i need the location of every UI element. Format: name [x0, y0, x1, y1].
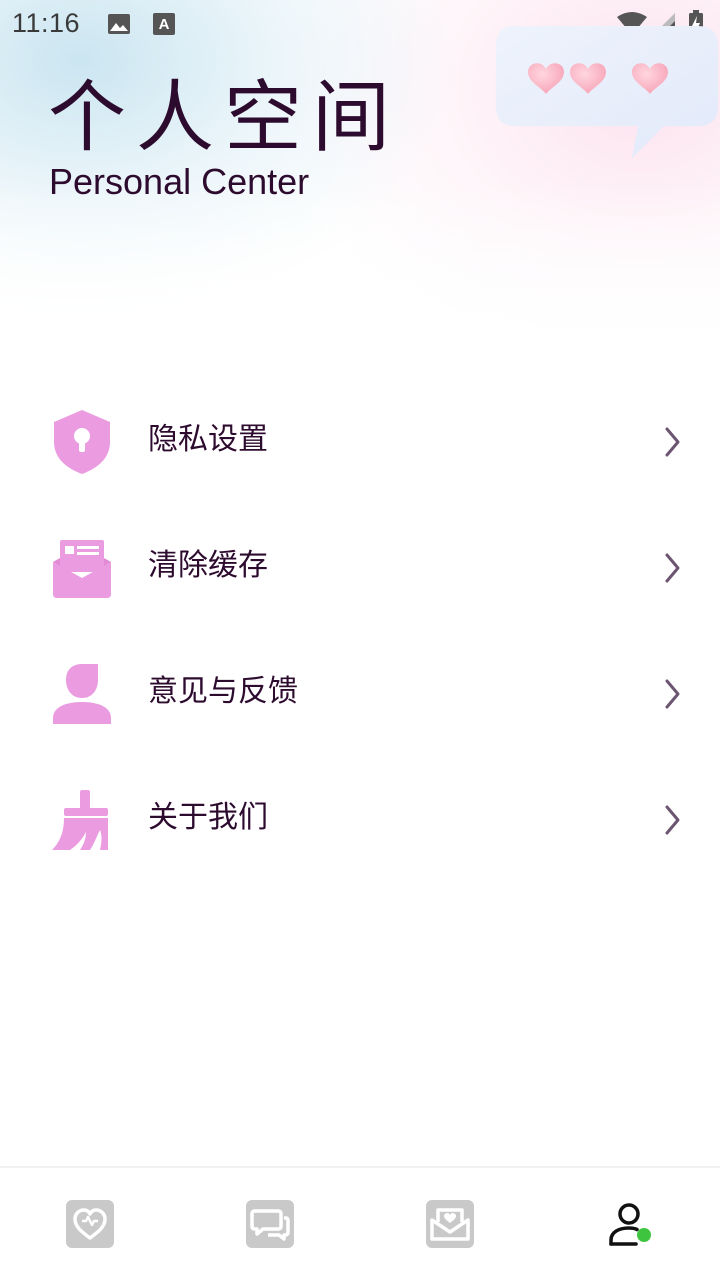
chat-tab-icon	[246, 1200, 294, 1248]
chevron-right-icon	[660, 676, 684, 712]
menu-item-clear-cache[interactable]: 清除缓存	[0, 516, 720, 616]
tab-chat[interactable]	[240, 1194, 300, 1254]
menu-item-about-us[interactable]: 关于我们	[0, 768, 720, 868]
chat-bubble-hearts-icon	[492, 22, 720, 162]
chevron-right-icon	[660, 550, 684, 586]
broom-icon	[50, 788, 114, 852]
tab-profile[interactable]	[600, 1194, 660, 1254]
header-background-fade	[0, 180, 720, 360]
tab-heart[interactable]	[60, 1194, 120, 1254]
font-a-icon: A	[152, 12, 176, 36]
mail-tab-icon	[426, 1200, 474, 1248]
page-subtitle: Personal Center	[49, 161, 310, 202]
menu-item-privacy-settings[interactable]: 隐私设置	[0, 390, 720, 490]
bottom-tab-bar	[0, 1166, 720, 1280]
user-icon	[50, 662, 114, 726]
chevron-right-icon	[660, 802, 684, 838]
active-indicator-dot	[637, 1228, 651, 1242]
menu-item-label: 隐私设置	[148, 422, 268, 457]
svg-text:A: A	[159, 16, 170, 33]
menu-item-label: 清除缓存	[148, 548, 268, 583]
status-time: 11:16	[12, 8, 81, 38]
tab-mail[interactable]	[420, 1194, 480, 1254]
personal-center-screen: 11:16 A 个人空间 Personal Center 隐私设置 清除缓存 意…	[0, 0, 720, 1280]
page-title: 个人空间	[48, 73, 401, 163]
image-icon	[107, 12, 131, 36]
menu-item-label: 关于我们	[148, 800, 268, 835]
chevron-right-icon	[660, 424, 684, 460]
menu-item-feedback[interactable]: 意见与反馈	[0, 642, 720, 742]
shield-lock-icon	[50, 410, 114, 474]
profile-tab-icon	[609, 1203, 651, 1246]
menu-item-label: 意见与反馈	[148, 674, 298, 709]
heart-tab-icon	[66, 1200, 114, 1248]
envelope-icon	[50, 536, 114, 600]
